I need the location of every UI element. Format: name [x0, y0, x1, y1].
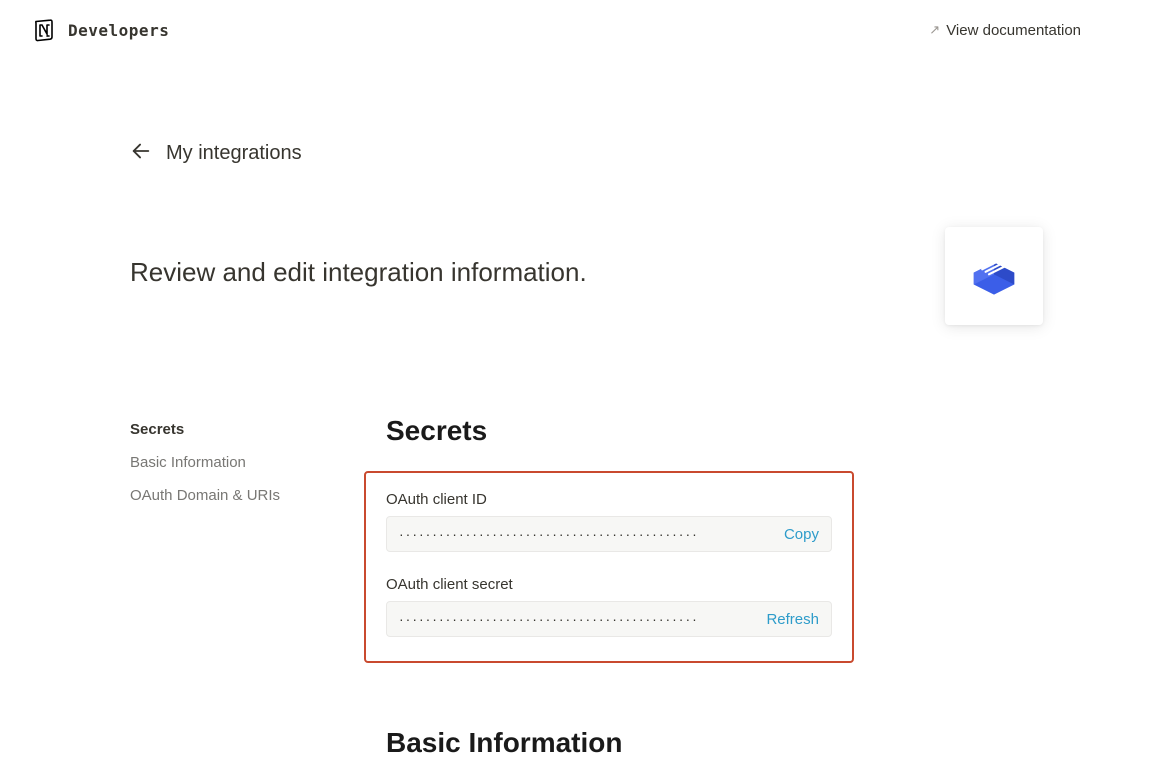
oauth-client-secret-group: OAuth client secret ····················…: [386, 576, 832, 637]
page-title-row: Review and edit integration information.: [130, 227, 1043, 325]
header-left: Developers: [32, 18, 169, 42]
page-description: Review and edit integration information.: [130, 257, 587, 288]
external-link-icon: ↗: [929, 22, 940, 38]
oauth-client-secret-field: ········································…: [386, 601, 832, 637]
integration-icon: [967, 249, 1021, 303]
oauth-client-id-group: OAuth client ID ························…: [386, 491, 832, 552]
sidebar-item-oauth-domain-uris[interactable]: OAuth Domain & URIs: [130, 481, 386, 510]
oauth-client-id-value: ········································…: [399, 526, 774, 542]
oauth-client-secret-label: OAuth client secret: [386, 576, 832, 593]
main-content-area: My integrations Review and edit integrat…: [0, 140, 1173, 759]
brand-text: Developers: [68, 21, 169, 40]
sidebar-nav: Secrets Basic Information OAuth Domain &…: [130, 415, 386, 759]
basic-information-heading: Basic Information: [386, 727, 1043, 759]
oauth-client-id-field: ········································…: [386, 516, 832, 552]
copy-button[interactable]: Copy: [774, 526, 819, 543]
secrets-highlight-box: OAuth client ID ························…: [364, 471, 854, 663]
sidebar-item-basic-information[interactable]: Basic Information: [130, 448, 386, 477]
refresh-button[interactable]: Refresh: [756, 611, 819, 628]
view-documentation-link[interactable]: ↗ View documentation: [929, 22, 1081, 39]
integration-avatar: [945, 227, 1043, 325]
view-docs-label: View documentation: [946, 22, 1081, 39]
page-header: Developers ↗ View documentation: [0, 0, 1173, 60]
main-panel: Secrets OAuth client ID ················…: [386, 415, 1043, 759]
arrow-left-icon: [130, 140, 152, 167]
oauth-client-secret-value: ········································…: [399, 611, 756, 627]
notion-logo-icon[interactable]: [32, 18, 56, 42]
oauth-client-id-label: OAuth client ID: [386, 491, 832, 508]
secrets-heading: Secrets: [386, 415, 1043, 447]
two-column-layout: Secrets Basic Information OAuth Domain &…: [130, 415, 1043, 759]
back-link[interactable]: My integrations: [130, 140, 1043, 167]
sidebar-item-secrets[interactable]: Secrets: [130, 415, 386, 444]
back-link-label: My integrations: [166, 142, 302, 165]
